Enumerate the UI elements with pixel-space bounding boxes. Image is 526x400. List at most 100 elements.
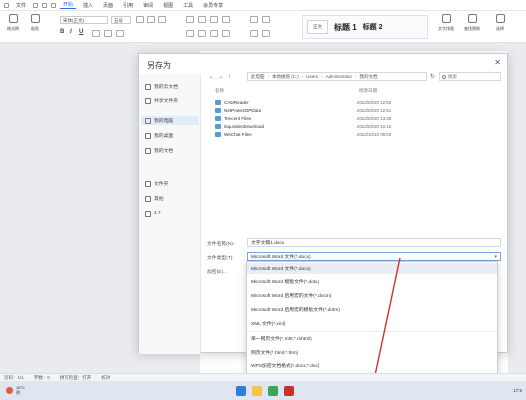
text-layout-button[interactable]: 文字排版 xyxy=(436,14,456,40)
align-left-icon[interactable] xyxy=(186,30,194,37)
menu-item-home[interactable]: 开始 xyxy=(60,1,77,9)
shrink-font-icon[interactable] xyxy=(147,16,155,23)
weather-widget[interactable]: 16°C 阴 xyxy=(6,385,25,395)
dropdown-option[interactable]: WPS加密文档格式(*.docx;*.doc) xyxy=(247,360,497,371)
format-painter-button[interactable]: 格式刷 xyxy=(3,14,23,40)
align-center-icon[interactable] xyxy=(198,30,206,37)
list-item[interactable]: tsquvideoDownload 2023/03/20 10:15 xyxy=(215,123,495,130)
list-item[interactable]: WeChat Files 2023/10/10 09:03 xyxy=(215,131,495,138)
borders-icon[interactable] xyxy=(262,30,270,37)
sidebar-item-cloud-docs[interactable]: 我的云文档 xyxy=(145,82,199,91)
windows-start-icon[interactable] xyxy=(236,386,246,396)
sidebar-item-folder-3[interactable]: 4.7 xyxy=(145,209,199,218)
highlight-icon[interactable] xyxy=(116,30,124,37)
encrypt-link[interactable]: 加密(E)... xyxy=(207,268,227,275)
up-button[interactable]: ↑ xyxy=(225,74,234,80)
align-right-icon[interactable] xyxy=(210,30,218,37)
dropdown-option[interactable]: Microsoft Word 模板文件(*.dotx) xyxy=(247,276,497,287)
find-replace-button[interactable]: 查找替换 xyxy=(462,14,482,40)
paste-button[interactable]: 粘贴 xyxy=(25,14,45,40)
style-heading-1[interactable]: 标题 1 xyxy=(334,22,357,33)
status-spell-check[interactable]: 拼写检查：打开 xyxy=(60,375,92,381)
breadcrumb-separator: › xyxy=(321,74,323,79)
search-box[interactable] xyxy=(439,72,501,81)
menu-item-tools[interactable]: 工具 xyxy=(180,2,196,9)
menu-item-member[interactable]: 会员专享 xyxy=(200,2,226,9)
wps-icon[interactable] xyxy=(284,386,294,396)
undo-icon[interactable] xyxy=(42,2,48,8)
sidebar-item-label: 我的电脑 xyxy=(154,119,174,124)
save-icon[interactable] xyxy=(33,2,39,8)
list-item[interactable]: CADReader 2023/03/20 12:52 xyxy=(215,99,495,106)
file-date: 2023/03/20 13:28 xyxy=(357,116,392,121)
sidebar-item-desktop[interactable]: 我的桌面 xyxy=(145,131,199,140)
number-list-icon[interactable] xyxy=(198,16,206,23)
indent-increase-icon[interactable] xyxy=(222,16,230,23)
sidebar-item-folder-2[interactable]: 其他 xyxy=(145,194,199,203)
breadcrumb-users[interactable]: Users xyxy=(306,74,318,79)
dropdown-option[interactable]: XML 文件(*.xml) xyxy=(247,318,497,329)
style-normal[interactable]: 正文 xyxy=(307,20,328,34)
filetype-select[interactable]: Microsoft Word 文件(*.docx) ▾ xyxy=(247,252,501,261)
bullet-list-icon[interactable] xyxy=(186,16,194,23)
sidebar-item-my-computer[interactable]: 我的电脑 xyxy=(141,116,199,125)
menu-item-view[interactable]: 视图 xyxy=(160,2,176,9)
justify-icon[interactable] xyxy=(222,30,230,37)
forward-button[interactable]: → xyxy=(216,74,225,80)
dropdown-option[interactable]: Microsoft Word 启用宏的模板文件(*.dotm) xyxy=(247,304,497,315)
column-header-name[interactable]: 名称 xyxy=(215,88,224,94)
file-date: 2023/03/20 12:51 xyxy=(357,108,392,113)
status-proofread[interactable]: 校对 xyxy=(101,375,110,381)
font-color-icon[interactable] xyxy=(104,30,112,37)
style-heading-2[interactable]: 标题 2 xyxy=(363,22,383,32)
menu-item-review[interactable]: 审阅 xyxy=(140,2,156,9)
sidebar-item-shared-folder[interactable]: 共享文件夹 xyxy=(145,96,199,105)
breadcrumb-separator: › xyxy=(301,74,304,79)
underline-button[interactable]: U xyxy=(79,29,83,35)
menu-item-insert[interactable]: 插入 xyxy=(80,2,96,9)
filename-input[interactable]: 文字文稿1.docx xyxy=(247,238,501,247)
sort-icon[interactable] xyxy=(262,16,270,23)
app-menu-icon[interactable] xyxy=(4,2,9,8)
status-word-count[interactable]: 字数：0 xyxy=(34,375,50,381)
breadcrumb-separator: › xyxy=(267,74,270,79)
breadcrumb-c-drive[interactable]: 本地磁盘 (C:) xyxy=(272,74,299,80)
file-list-header: 名称 修改日期 xyxy=(213,88,503,95)
column-header-date[interactable]: 修改日期 xyxy=(359,88,377,94)
dropdown-option[interactable]: Microsoft Word 启用宏的文件(*.docm) xyxy=(247,290,497,301)
indent-decrease-icon[interactable] xyxy=(210,16,218,23)
grow-font-icon[interactable] xyxy=(136,16,144,23)
line-spacing-icon[interactable] xyxy=(250,16,258,23)
redo-icon[interactable] xyxy=(51,2,57,8)
sidebar-item-folder-1[interactable]: 文件夹 xyxy=(145,179,199,188)
clear-format-icon[interactable] xyxy=(158,16,166,23)
menu-item-file[interactable]: 文件 xyxy=(13,2,29,9)
dropdown-option[interactable]: 网页文件(*.html;*.htm) xyxy=(247,347,497,358)
dropdown-option[interactable]: Microsoft Word 文件(*.docx) xyxy=(247,263,497,274)
menu-item-reference[interactable]: 引用 xyxy=(120,2,136,9)
italic-button[interactable]: I xyxy=(70,29,72,35)
breadcrumb-administrator[interactable]: Administrator xyxy=(326,74,353,79)
menu-item-page[interactable]: 页面 xyxy=(100,2,116,9)
bold-button[interactable]: B xyxy=(60,29,64,35)
breadcrumb-my-documents[interactable]: 我的文档 xyxy=(360,74,378,80)
file-explorer-icon[interactable] xyxy=(252,386,262,396)
back-button[interactable]: ← xyxy=(207,74,216,80)
strikethrough-icon[interactable] xyxy=(92,30,100,37)
browser-icon[interactable] xyxy=(268,386,278,396)
refresh-icon[interactable]: ↻ xyxy=(430,73,435,80)
font-size-select[interactable]: 五号 xyxy=(111,16,131,24)
paste-icon xyxy=(30,14,40,23)
dropdown-option[interactable]: 单一网页文件(*.mht;*.mhtml) xyxy=(247,333,497,344)
list-item[interactable]: Tencent Files 2023/03/20 13:28 xyxy=(215,115,495,122)
search-input[interactable] xyxy=(448,74,498,79)
shading-icon[interactable] xyxy=(250,30,258,37)
sidebar-item-my-documents[interactable]: 我的文档 xyxy=(145,146,199,155)
list-item[interactable]: NetPowerZIPData 2023/03/20 12:51 xyxy=(215,107,495,114)
select-button[interactable]: 选择 xyxy=(490,14,510,40)
breadcrumb-this-pc[interactable]: 此电脑 xyxy=(251,74,265,80)
status-page[interactable]: 页码：1/1 xyxy=(4,375,24,381)
clock[interactable]: 17:5 xyxy=(513,388,522,393)
address-bar[interactable]: 此电脑 › 本地磁盘 (C:) › Users › Administrator … xyxy=(247,72,427,81)
font-name-select[interactable]: 宋体(正文) xyxy=(60,16,108,24)
